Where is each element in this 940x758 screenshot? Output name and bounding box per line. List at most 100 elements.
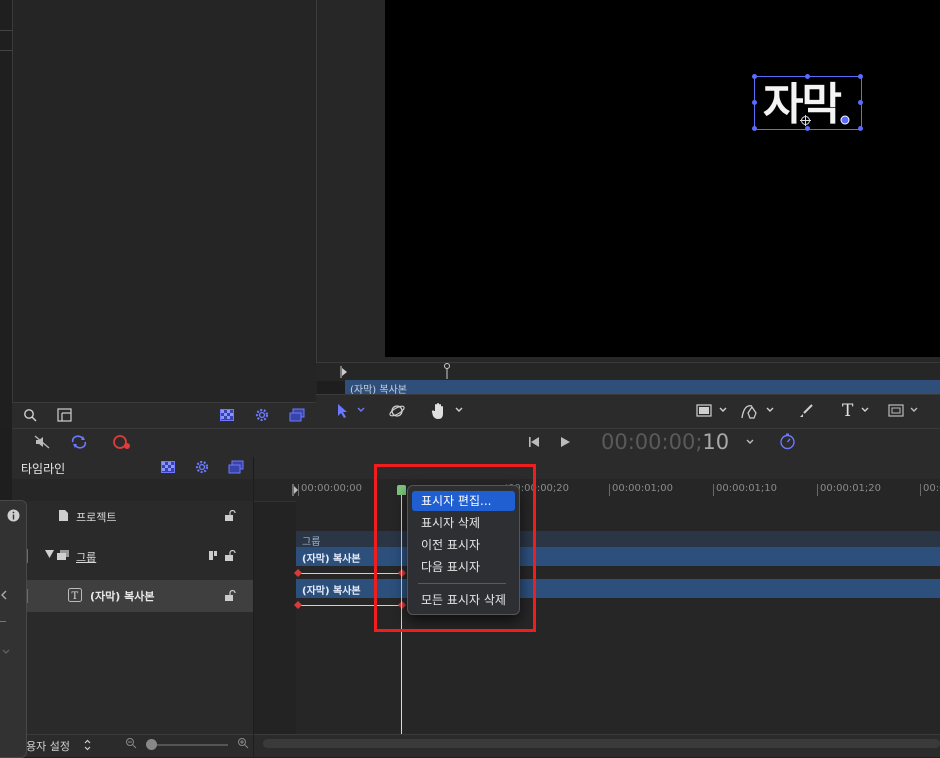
transform-handle[interactable] xyxy=(805,74,810,79)
chevron-down-icon[interactable] xyxy=(861,407,869,413)
chevron-down-icon[interactable] xyxy=(2,649,10,655)
timecode-main: 00:00:00; xyxy=(601,430,703,454)
group-track-label: 그룹 xyxy=(302,537,321,548)
play-icon[interactable] xyxy=(559,436,571,448)
windows-icon[interactable] xyxy=(228,460,244,474)
isolate-icon[interactable] xyxy=(208,550,218,561)
ruler-tick xyxy=(920,484,921,496)
layer-row-project[interactable]: 프로젝트 xyxy=(12,501,253,531)
layers-subheader xyxy=(12,479,253,501)
strip-divider xyxy=(0,50,12,51)
preset-label[interactable]: 용자 설정 xyxy=(26,738,70,754)
mini-timeline-ruler[interactable] xyxy=(316,362,940,381)
rotation-handle-icon[interactable] xyxy=(840,115,850,125)
transform-handle[interactable] xyxy=(805,126,810,131)
timer-icon[interactable] xyxy=(779,433,796,450)
group-icon xyxy=(56,549,70,561)
clip-label: (자막) 복사본 xyxy=(302,554,361,565)
layers-bottom-bar: 용자 설정 xyxy=(12,734,253,757)
zoom-in-icon[interactable] xyxy=(237,737,249,749)
ruler-tick xyxy=(817,484,818,496)
transform-handle[interactable] xyxy=(752,74,757,79)
zoom-slider-thumb[interactable] xyxy=(146,739,157,750)
timecode-frames: 10 xyxy=(702,430,730,454)
transform-handle[interactable] xyxy=(858,100,863,105)
record-icon[interactable] xyxy=(112,434,132,450)
timeline-header-right xyxy=(253,457,940,479)
canvas-viewer[interactable] xyxy=(385,0,940,357)
keyframe-icon[interactable] xyxy=(294,569,302,577)
rectangle-mask-icon[interactable] xyxy=(696,404,712,417)
floating-hud-panel xyxy=(0,500,27,758)
unlock-icon[interactable] xyxy=(224,510,236,521)
bezier-pen-icon[interactable] xyxy=(740,402,762,420)
horizontal-scrollbar[interactable] xyxy=(263,739,940,748)
layer-label: 프로젝트 xyxy=(76,511,117,524)
transform-handle[interactable] xyxy=(858,74,863,79)
checker-icon[interactable] xyxy=(220,409,234,421)
layer-label: 그룹 xyxy=(76,551,97,564)
chevron-down-icon[interactable] xyxy=(719,407,727,413)
ruler-label: 00:00:01;00 xyxy=(612,483,674,494)
ruler-tick xyxy=(298,484,299,496)
ruler-tick xyxy=(609,484,610,496)
hand-pan-icon[interactable] xyxy=(431,402,447,420)
select-arrow-icon[interactable] xyxy=(337,403,349,419)
info-icon[interactable] xyxy=(7,509,20,522)
keyframe-icon[interactable] xyxy=(294,601,302,609)
mute-audio-icon[interactable] xyxy=(34,435,52,449)
start-marker-icon xyxy=(340,366,348,378)
timecode-display[interactable]: 00:00:00;10 xyxy=(601,430,729,454)
ruler-label: 00:00:00;00 xyxy=(301,483,363,494)
transport-bar xyxy=(12,428,940,458)
paint-brush-icon[interactable] xyxy=(798,403,814,419)
browser-toolbar xyxy=(12,402,316,429)
checker-icon[interactable] xyxy=(161,461,175,473)
chevron-down-icon[interactable] xyxy=(910,407,918,413)
svg-text:T: T xyxy=(842,401,854,419)
timeline-title: 타임라인 xyxy=(21,462,66,476)
hud-divider xyxy=(0,621,6,622)
clip-label: (자막) 복사본 xyxy=(302,586,361,597)
ruler-label: 00:00:01;10 xyxy=(716,483,778,494)
chevron-down-icon[interactable] xyxy=(766,407,774,413)
browser-content xyxy=(12,0,317,402)
search-icon[interactable] xyxy=(23,408,37,422)
ruler-label: 00:00: xyxy=(923,483,940,494)
chevron-down-icon[interactable] xyxy=(455,407,463,413)
layer-row-group[interactable]: 그룹 xyxy=(12,540,253,572)
layout-icon[interactable] xyxy=(57,408,72,422)
mini-timeline-clip[interactable] xyxy=(345,380,940,394)
transform-handle[interactable] xyxy=(752,126,757,131)
windows-icon[interactable] xyxy=(289,408,305,422)
text-T-icon: T xyxy=(68,588,82,602)
layer-row-text[interactable]: T (자막) 복사본 xyxy=(25,580,253,612)
layer-label: (자막) 복사본 xyxy=(90,590,155,603)
skip-to-start-icon[interactable] xyxy=(528,436,540,448)
gear-icon[interactable] xyxy=(255,408,269,422)
loop-icon[interactable] xyxy=(70,434,88,450)
highlight-annotation-box xyxy=(374,464,536,632)
chevron-down-icon[interactable] xyxy=(357,407,365,413)
gear-icon[interactable] xyxy=(195,460,209,474)
side-strip xyxy=(0,0,12,428)
zoom-out-icon[interactable] xyxy=(125,737,137,749)
shape-tool-icon[interactable] xyxy=(888,404,904,417)
text-tool-icon[interactable]: T xyxy=(841,401,855,419)
orbit-3d-icon[interactable] xyxy=(388,402,406,420)
svg-text:T: T xyxy=(72,591,79,602)
document-icon xyxy=(58,509,69,522)
unlock-icon[interactable] xyxy=(224,550,236,561)
ruler-tick xyxy=(713,484,714,496)
mini-playhead-icon[interactable] xyxy=(443,363,451,379)
transform-handle[interactable] xyxy=(752,100,757,105)
stepper-icon[interactable] xyxy=(0,589,8,601)
zoom-slider-track[interactable] xyxy=(150,744,228,746)
chevron-down-icon[interactable] xyxy=(746,439,754,445)
transform-handle[interactable] xyxy=(858,126,863,131)
stepper-icon[interactable] xyxy=(84,739,91,751)
disclosure-triangle-icon[interactable] xyxy=(45,550,54,558)
unlock-icon[interactable] xyxy=(224,590,236,601)
anchor-point-icon[interactable] xyxy=(800,115,811,126)
strip-divider xyxy=(0,30,12,31)
